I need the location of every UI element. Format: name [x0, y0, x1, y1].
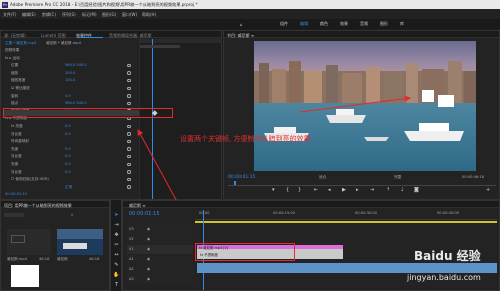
project-panel: 项目: 用PR做一个从暗到亮的视频效果 ⌕ 威尼斯.mp4 威尼斯 46:18 …	[0, 200, 110, 291]
selection-tool-icon[interactable]: ➤	[113, 212, 120, 219]
project-search-icon[interactable]: ⌕	[71, 212, 73, 217]
thumbnail-video[interactable]	[57, 229, 103, 255]
track-header[interactable]: A2 ◉	[127, 265, 193, 274]
ruler-label: 00:00:45:00	[437, 211, 459, 215]
track-header[interactable]: V1 ◉	[127, 245, 193, 254]
tab-sequence[interactable]: 威尼斯 ≡	[129, 203, 146, 209]
type-tool-icon[interactable]: T	[113, 282, 120, 289]
eye-icon[interactable]: ◉	[147, 247, 150, 251]
tab-project[interactable]: 项目: 用PR做一个从暗到亮的视频效果	[4, 203, 72, 209]
razor-tool-icon[interactable]: ✂	[113, 242, 120, 249]
thumb-sky	[57, 229, 103, 239]
ruler-label: 00:00:30:00	[355, 211, 377, 215]
speaker-icon[interactable]: ◉	[147, 267, 150, 271]
hand-tool-icon[interactable]: ✋	[113, 272, 120, 279]
project-item-name[interactable]: 威尼斯.mp4	[7, 257, 27, 262]
track-header[interactable]: V2 ◉	[127, 235, 193, 244]
slip-tool-icon[interactable]: ↔	[113, 252, 120, 259]
track-label: V1	[129, 247, 134, 251]
track-label: A3	[129, 277, 134, 281]
pen-tool-icon[interactable]: ✎	[113, 262, 120, 269]
track-label: A2	[129, 267, 134, 271]
speaker-icon[interactable]: ◉	[147, 277, 150, 281]
speaker-icon[interactable]: ◉	[147, 257, 150, 261]
clip-highlight-box	[195, 243, 295, 261]
project-search-input[interactable]	[4, 213, 24, 217]
project-item-duration: 46:18	[39, 257, 50, 261]
watermark-url: jingyan.baidu.com	[407, 273, 481, 282]
project-tabs: 项目: 用PR做一个从暗到亮的视频效果	[1, 201, 109, 208]
project-item-duration: 46:18	[89, 257, 100, 261]
eye-icon[interactable]: ◉	[147, 227, 150, 231]
timeline-timecode[interactable]: 00:00:01:15	[129, 211, 160, 217]
ruler-label: 00:00:15:00	[273, 211, 295, 215]
ruler-label: 00:00	[199, 211, 210, 215]
project-white-thumb	[11, 265, 39, 287]
audio-clip[interactable]	[197, 263, 497, 273]
thumb-boat	[63, 243, 87, 249]
thumbnail-sequence[interactable]	[7, 229, 51, 255]
track-label: V3	[129, 227, 134, 231]
timeline-ruler[interactable]: 00:00 00:00:15:00 00:00:30:00 00:00:45:0…	[195, 210, 497, 220]
sequence-icon	[11, 235, 25, 243]
ripple-edit-icon[interactable]: ✥	[113, 232, 120, 239]
work-area-bar[interactable]	[195, 221, 497, 223]
track-header[interactable]: V3 ◉	[127, 225, 193, 234]
eye-icon[interactable]: ◉	[147, 237, 150, 241]
track-label: V2	[129, 237, 134, 241]
track-header[interactable]: A1 ◉	[127, 255, 193, 264]
track-label: A1	[129, 257, 134, 261]
track-select-icon[interactable]: ⇥	[113, 222, 120, 229]
annotation-white-marker	[422, 90, 434, 102]
watermark-logo: Baidu 经验	[414, 249, 481, 263]
tools-panel: ➤ ⇥ ✥ ✂ ↔ ✎ ✋ T	[110, 200, 122, 291]
project-item-name[interactable]: 威尼斯	[57, 257, 68, 262]
annotation-text: 设置两个关键帧, 方便制作从暗到亮的效果	[180, 135, 311, 143]
timeline-header: 威尼斯 ≡	[123, 201, 499, 208]
track-header[interactable]: A3 ◉	[127, 275, 193, 284]
